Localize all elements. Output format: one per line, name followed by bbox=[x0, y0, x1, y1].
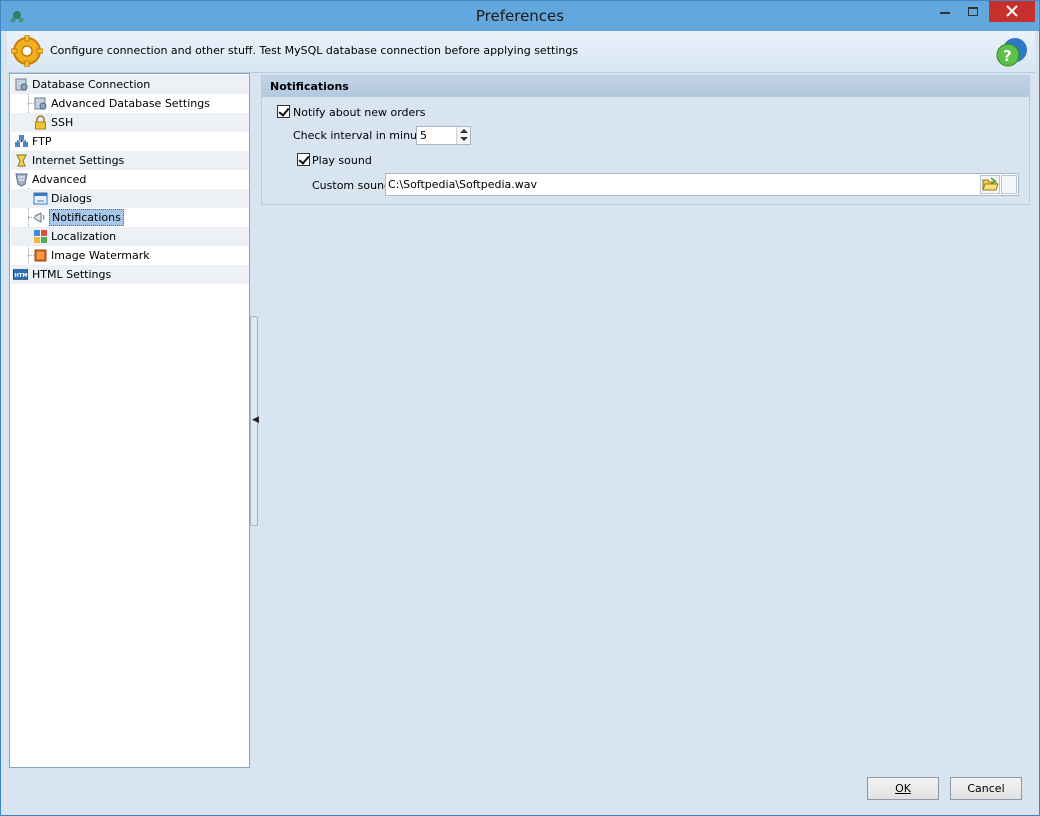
svg-text:?: ? bbox=[1003, 47, 1012, 65]
localization-icon bbox=[34, 230, 47, 243]
help-icon[interactable]: ? bbox=[995, 35, 1029, 69]
tree-item-label: Dialogs bbox=[51, 192, 92, 205]
tree-item-database-connection[interactable]: Database Connection bbox=[11, 75, 249, 94]
tree-item-label: Notifications bbox=[49, 209, 124, 226]
notify-new-orders-checkbox[interactable] bbox=[277, 105, 290, 118]
close-button[interactable] bbox=[989, 1, 1035, 22]
tree-item-label: Database Connection bbox=[32, 78, 151, 91]
header-description: Configure connection and other stuff. Te… bbox=[50, 44, 579, 57]
check-interval-label: Check interval in minutes bbox=[293, 129, 434, 142]
minimize-button[interactable] bbox=[931, 1, 959, 22]
tree-item-label: Localization bbox=[51, 230, 117, 243]
group-title: Notifications bbox=[262, 76, 1029, 97]
notification-icon bbox=[34, 212, 45, 223]
check-interval-stepper[interactable]: 5 bbox=[416, 126, 471, 145]
dialog-icon bbox=[33, 192, 48, 205]
chevron-up-icon[interactable] bbox=[460, 129, 468, 133]
notify-new-orders-label[interactable]: Notify about new orders bbox=[293, 106, 426, 119]
stepper-buttons[interactable] bbox=[456, 127, 470, 144]
tree-item-label: FTP bbox=[32, 135, 52, 148]
tree-item-ssh[interactable]: SSH bbox=[11, 113, 249, 132]
play-sound-checkbox[interactable] bbox=[297, 153, 310, 166]
internet-icon bbox=[16, 154, 27, 167]
cancel-label: Cancel bbox=[967, 782, 1005, 795]
tree-item-image-watermark[interactable]: Image Watermark bbox=[11, 246, 249, 265]
tree-item-dialogs[interactable]: Dialogs bbox=[11, 189, 249, 208]
tree-item-advanced[interactable]: Advanced bbox=[11, 170, 249, 189]
settings-tree[interactable]: Database Connection Advanced Database Se… bbox=[9, 73, 250, 768]
minimize-icon bbox=[940, 12, 950, 14]
tree-item-label: SSH bbox=[51, 116, 74, 129]
browse-button[interactable] bbox=[980, 175, 1000, 194]
tree-item-html-settings[interactable]: HTML HTML Settings bbox=[11, 265, 249, 284]
lock-icon bbox=[35, 115, 46, 130]
custom-sound-path[interactable]: C:\Softpedia\Softpedia.wav bbox=[388, 178, 537, 191]
tree-item-label: Advanced bbox=[32, 173, 87, 186]
ok-button[interactable]: OK bbox=[867, 777, 939, 800]
ok-label: OK bbox=[895, 782, 911, 795]
preferences-window: Preferences Configure connection and oth… bbox=[0, 0, 1040, 816]
svg-text:HTML: HTML bbox=[14, 273, 28, 279]
image-icon bbox=[34, 249, 47, 262]
database-settings-icon bbox=[34, 97, 47, 110]
tree-item-ftp[interactable]: FTP bbox=[11, 132, 249, 151]
clear-button[interactable] bbox=[1001, 175, 1017, 194]
custom-sound-input[interactable]: C:\Softpedia\Softpedia.wav bbox=[385, 173, 1019, 196]
maximize-button[interactable] bbox=[959, 1, 987, 22]
play-sound-label[interactable]: Play sound bbox=[312, 154, 372, 167]
tree-item-internet-settings[interactable]: Internet Settings bbox=[11, 151, 249, 170]
tree-item-label: Advanced Database Settings bbox=[51, 97, 210, 110]
network-icon bbox=[15, 135, 28, 147]
tree-item-label: HTML Settings bbox=[32, 268, 112, 281]
tree-item-advanced-database-settings[interactable]: Advanced Database Settings bbox=[11, 94, 249, 113]
tree-item-notifications[interactable]: Notifications bbox=[11, 208, 249, 227]
panel-splitter[interactable]: ◀ bbox=[250, 316, 259, 526]
chevron-down-icon[interactable] bbox=[460, 137, 468, 141]
html-icon: HTML bbox=[13, 269, 28, 280]
chevron-left-icon[interactable]: ◀ bbox=[252, 415, 259, 425]
tree-item-label: Internet Settings bbox=[32, 154, 125, 167]
header-banner: Configure connection and other stuff. Te… bbox=[7, 31, 1035, 73]
cancel-button[interactable]: Cancel bbox=[950, 777, 1022, 800]
gear-icon bbox=[11, 35, 43, 67]
database-icon bbox=[15, 78, 28, 91]
custom-sound-label: Custom sound bbox=[312, 179, 392, 192]
check-interval-value[interactable]: 5 bbox=[420, 129, 427, 142]
folder-open-icon bbox=[982, 177, 999, 191]
maximize-icon bbox=[968, 7, 978, 16]
close-icon bbox=[1006, 5, 1018, 17]
shield-icon bbox=[15, 173, 28, 187]
window-title: Preferences bbox=[475, 7, 565, 25]
tree-item-localization[interactable]: Localization bbox=[11, 227, 249, 246]
tree-item-label: Image Watermark bbox=[51, 249, 150, 262]
title-bar[interactable]: Preferences bbox=[1, 1, 1039, 31]
